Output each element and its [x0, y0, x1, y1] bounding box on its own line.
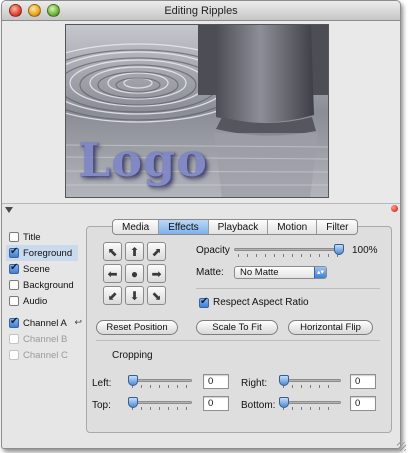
opacity-value: 100%: [352, 245, 378, 256]
divider: [96, 340, 380, 341]
layer-label: Channel C: [23, 349, 68, 361]
tab-motion[interactable]: Motion: [268, 220, 318, 234]
title-bar[interactable]: Editing Ripples: [2, 1, 400, 21]
layer-item[interactable]: Foreground: [6, 245, 78, 261]
slider-thumb[interactable]: [128, 397, 138, 408]
inspector-tabs: Media Effects Playback Motion Filter: [112, 219, 359, 235]
crop-left-label: Left:: [92, 378, 112, 389]
resize-grip-icon[interactable]: [397, 442, 406, 451]
crop-top-field[interactable]: 0: [203, 396, 229, 411]
layer-checkbox[interactable]: [9, 246, 19, 258]
reset-position-button[interactable]: Reset Position: [96, 320, 178, 335]
crop-left-slider[interactable]: [128, 375, 192, 388]
layer-checkbox[interactable]: [9, 280, 19, 290]
crop-bottom-field[interactable]: 0: [350, 396, 376, 411]
arrow-up-icon[interactable]: ⬆: [125, 242, 144, 261]
layer-item[interactable]: Audio: [6, 293, 78, 309]
slider-thumb[interactable]: [279, 375, 289, 386]
divider: [196, 288, 380, 289]
center-dot-icon[interactable]: ●: [125, 264, 144, 283]
updown-arrows-icon: ▴▾: [314, 267, 326, 278]
arrow-down-right-icon[interactable]: ⬊: [147, 286, 166, 305]
crop-bottom-label: Bottom:: [241, 400, 276, 411]
arrow-down-icon[interactable]: ⬇: [125, 286, 144, 305]
arrow-right-icon[interactable]: ➡: [147, 264, 166, 283]
tab-playback[interactable]: Playback: [209, 220, 269, 234]
window-title: Editing Ripples: [164, 5, 238, 17]
layer-item[interactable]: Channel C: [6, 347, 78, 363]
layer-label: Title: [23, 231, 41, 243]
crop-right-slider[interactable]: [279, 375, 341, 388]
layer-item[interactable]: Scene: [6, 261, 78, 277]
crop-top-slider[interactable]: [128, 397, 192, 410]
crop-top-label: Top:: [92, 400, 111, 411]
aspect-ratio-option[interactable]: Respect Aspect Ratio: [199, 296, 309, 308]
matte-label: Matte:: [196, 267, 224, 278]
layer-checkbox[interactable]: [9, 296, 19, 306]
layer-checkbox[interactable]: [9, 316, 19, 328]
tab-filter[interactable]: Filter: [317, 220, 357, 234]
layer-label: Audio: [23, 295, 48, 307]
aspect-ratio-label: Respect Aspect Ratio: [213, 297, 309, 308]
preview-area: Logo: [2, 21, 400, 203]
crop-left-field[interactable]: 0: [203, 374, 229, 389]
layer-item[interactable]: Channel A ↩: [6, 315, 82, 331]
layer-label: Foreground: [23, 247, 73, 259]
layer-checkbox: [9, 350, 19, 360]
tab-effects[interactable]: Effects: [159, 220, 209, 234]
arrow-left-icon[interactable]: ⬅: [103, 264, 122, 283]
cropping-heading: Cropping: [112, 350, 153, 361]
horizontal-flip-button[interactable]: Horizontal Flip: [288, 320, 373, 335]
layer-checkbox[interactable]: [9, 262, 19, 274]
layer-item[interactable]: Background: [6, 277, 78, 293]
position-pad: ⬉ ⬆ ⬈ ⬅ ● ➡ ⬋ ⬇ ⬊: [103, 242, 169, 308]
crop-bottom-slider[interactable]: [279, 397, 341, 410]
disclosure-triangle-icon[interactable]: [5, 207, 13, 213]
slider-thumb[interactable]: [279, 397, 289, 408]
split-divider[interactable]: [2, 203, 400, 213]
crop-right-field[interactable]: 0: [350, 374, 376, 389]
scale-to-fit-button[interactable]: Scale To Fit: [196, 320, 278, 335]
layer-list: Title Foreground Scene Background Audio Chann…: [6, 229, 82, 363]
slider-thumb[interactable]: [128, 375, 138, 386]
layer-checkbox[interactable]: [9, 232, 19, 242]
tab-media[interactable]: Media: [113, 220, 160, 234]
layer-checkbox: [9, 334, 19, 344]
layer-item[interactable]: Channel B: [6, 331, 78, 347]
arrow-down-left-icon[interactable]: ⬋: [103, 286, 122, 305]
matte-value: No Matte: [240, 267, 279, 278]
opacity-label: Opacity: [196, 245, 230, 256]
layer-label: Background: [23, 279, 74, 291]
layer-label: Scene: [23, 263, 50, 275]
layer-label: Channel B: [23, 333, 68, 345]
record-indicator-icon: [391, 205, 398, 212]
slider-thumb[interactable]: [334, 244, 344, 255]
preview-canvas[interactable]: Logo: [65, 24, 329, 198]
opacity-slider[interactable]: [234, 244, 344, 257]
logo-overlay[interactable]: Logo: [78, 133, 208, 187]
aspect-ratio-checkbox[interactable]: [199, 296, 209, 308]
arrow-up-right-icon[interactable]: ⬈: [147, 242, 166, 261]
link-icon: ↩: [74, 317, 82, 327]
crop-right-label: Right:: [241, 378, 268, 389]
arrow-up-left-icon[interactable]: ⬉: [103, 242, 122, 261]
matte-select[interactable]: No Matte ▴▾: [234, 266, 327, 279]
layer-item[interactable]: Title: [6, 229, 78, 245]
layer-label: Channel A: [23, 317, 67, 329]
